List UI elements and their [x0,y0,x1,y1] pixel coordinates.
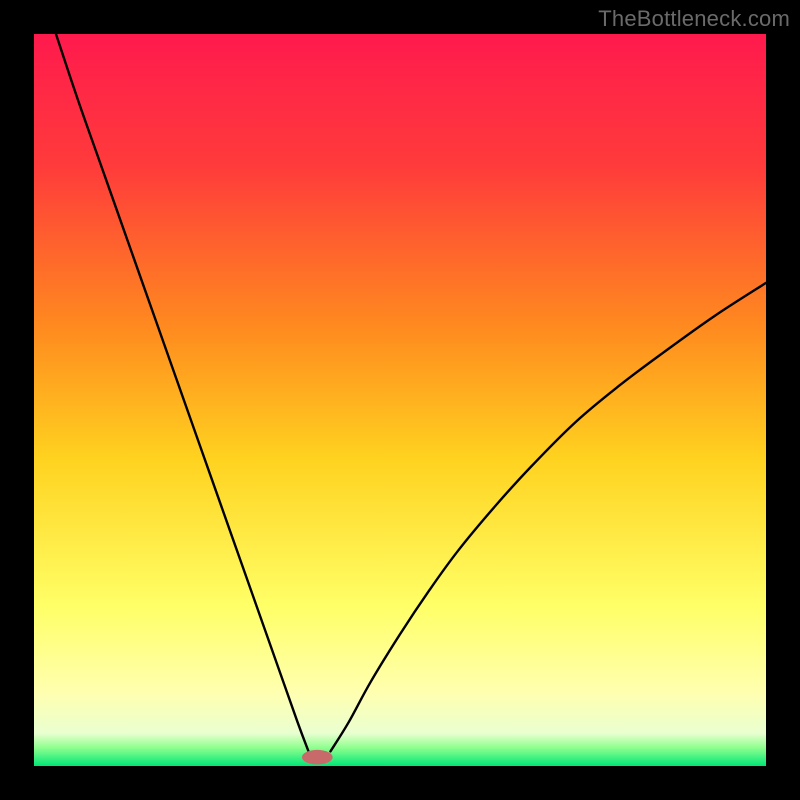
bottleneck-chart [0,0,800,800]
chart-container: TheBottleneck.com [0,0,800,800]
watermark-text: TheBottleneck.com [598,6,790,32]
minimum-marker [302,750,333,765]
gradient-background [34,34,766,766]
